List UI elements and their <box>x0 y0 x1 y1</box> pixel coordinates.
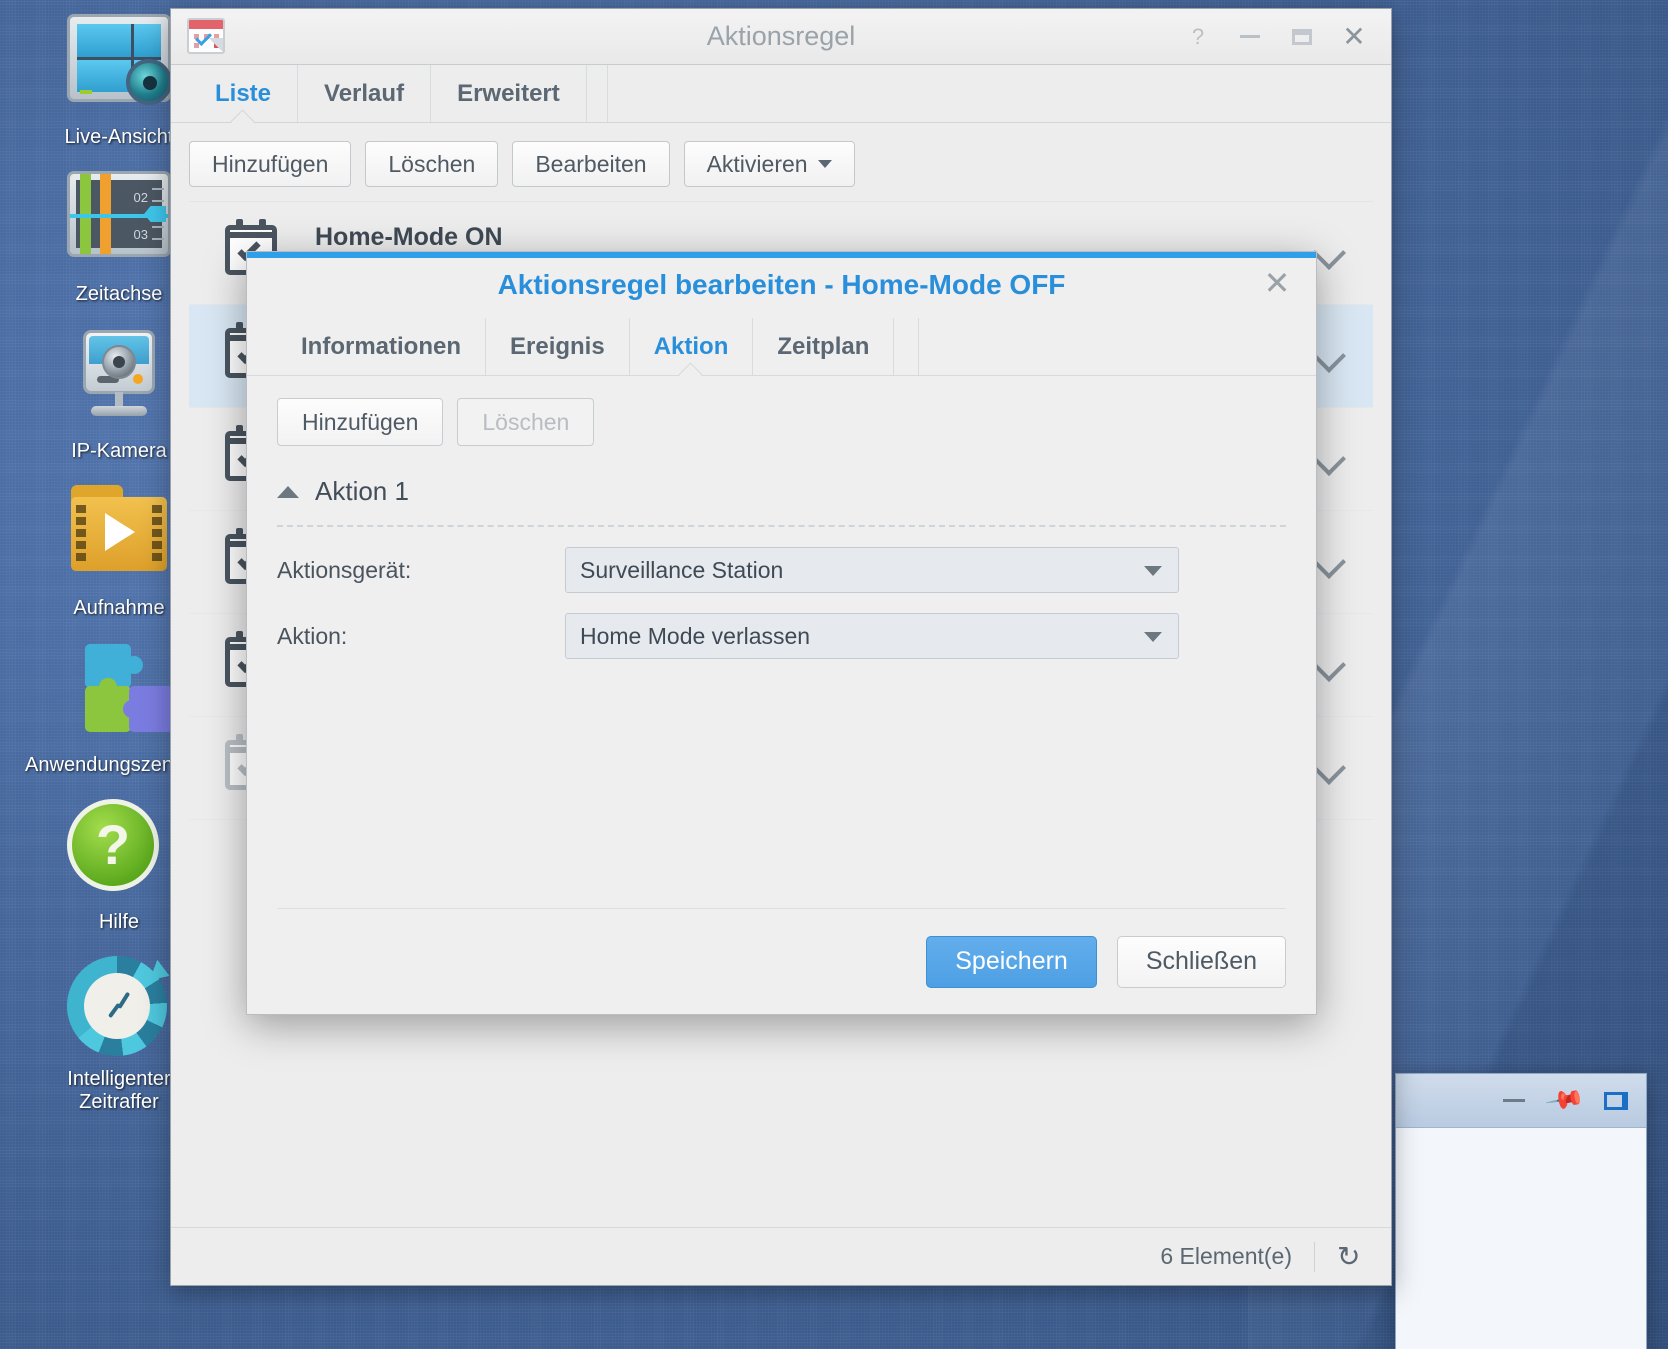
chevron-up-icon[interactable] <box>277 485 299 498</box>
minimize-button[interactable] <box>1237 24 1263 50</box>
chevron-down-icon[interactable] <box>1315 754 1343 782</box>
chevron-down-icon <box>817 160 832 168</box>
close-dialog-button[interactable]: Schließen <box>1116 935 1286 988</box>
live-view-icon <box>67 14 172 118</box>
edit-action-rule-dialog: Aktionsregel bearbeiten - Home-Mode OFF … <box>246 251 1317 1015</box>
action-value: Home Mode verlassen <box>580 622 811 649</box>
action-device-value: Surveillance Station <box>580 556 784 583</box>
chevron-down-icon[interactable] <box>1315 342 1343 370</box>
item-count: 6 Element(e) <box>1160 1243 1292 1269</box>
tab-ereignis[interactable]: Ereignis <box>486 318 630 375</box>
window-tabs: Liste Verlauf Erweitert <box>171 65 1391 123</box>
action-section-label: Aktion 1 <box>315 476 409 506</box>
ip-camera-icon <box>67 328 171 432</box>
section-divider <box>277 525 1286 527</box>
maximize-button[interactable] <box>1289 24 1315 50</box>
tab-zeitplan[interactable]: Zeitplan <box>753 318 895 375</box>
activate-button[interactable]: Aktivieren <box>683 141 855 187</box>
chevron-down-icon[interactable] <box>1315 445 1343 473</box>
window-controls: ? ✕ <box>1185 21 1391 52</box>
dialog-tabs: Informationen Ereignis Aktion Zeitplan <box>247 318 1316 376</box>
delete-button[interactable]: Löschen <box>365 141 499 187</box>
edit-button[interactable]: Bearbeiten <box>512 141 670 187</box>
tab-erweitert[interactable]: Erweitert <box>431 65 587 122</box>
field-label: Aktionsgerät: <box>277 556 412 583</box>
action-select[interactable]: Home Mode verlassen <box>565 613 1179 659</box>
action-section-header[interactable]: Aktion 1 <box>277 476 1286 507</box>
help-icon: ? <box>67 799 171 903</box>
help-button[interactable]: ? <box>1185 24 1211 50</box>
tab-informationen[interactable]: Informationen <box>277 318 486 375</box>
save-button[interactable]: Speichern <box>926 935 1097 988</box>
chevron-down-icon[interactable] <box>1315 548 1343 576</box>
dialog-footer: Speichern Schließen <box>277 908 1286 1014</box>
add-button[interactable]: Hinzufügen <box>189 141 352 187</box>
smart-timelapse-icon <box>67 956 174 1060</box>
rule-title: Home-Mode ON <box>315 222 503 251</box>
recording-folder-icon <box>67 485 171 589</box>
window-titlebar: Aktionsregel ? ✕ <box>171 9 1391 65</box>
pin-icon[interactable]: 📌 <box>1543 1080 1586 1122</box>
action-toolbar: Hinzufügen Löschen <box>277 398 1286 446</box>
dialog-tab-filler <box>894 318 920 375</box>
chevron-down-icon[interactable] <box>1315 239 1343 267</box>
dialog-body: Hinzufügen Löschen Aktion 1 Aktionsgerät… <box>247 376 1316 908</box>
status-divider <box>1314 1241 1315 1272</box>
close-icon[interactable]: ✕ <box>1260 266 1294 300</box>
background-window-body <box>1396 1128 1646 1349</box>
close-button[interactable]: ✕ <box>1341 21 1367 52</box>
timeline-icon: 02 03 <box>67 171 171 275</box>
chevron-down-icon[interactable] <box>1315 651 1343 679</box>
tab-strip-filler <box>587 65 608 122</box>
tab-aktion[interactable]: Aktion <box>630 318 754 375</box>
desktop-icon-label: IP-Kamera <box>71 440 167 462</box>
desktop-icon-label: Aufnahme <box>73 597 165 619</box>
field-label: Aktion: <box>277 622 348 649</box>
status-bar: 6 Element(e) ↻ <box>171 1227 1391 1285</box>
tab-verlauf[interactable]: Verlauf <box>298 65 432 122</box>
background-window[interactable]: 📌 <box>1395 1073 1647 1349</box>
chevron-down-icon <box>1144 566 1162 576</box>
minimize-icon[interactable] <box>1502 1099 1525 1102</box>
desktop-icon-label: Live-Ansicht <box>64 126 174 148</box>
chevron-down-icon <box>1144 632 1162 642</box>
tab-liste[interactable]: Liste <box>189 65 299 122</box>
refresh-icon[interactable]: ↻ <box>1337 1241 1367 1272</box>
window-toolbar: Hinzufügen Löschen Bearbeiten Aktivieren <box>171 123 1391 201</box>
desktop-icon-label: Zeitachse <box>75 283 163 305</box>
action-add-button[interactable]: Hinzufügen <box>277 398 444 446</box>
dialog-header: Aktionsregel bearbeiten - Home-Mode OFF … <box>247 252 1316 318</box>
sidebar-toggle-icon[interactable] <box>1604 1091 1628 1110</box>
dialog-title: Aktionsregel bearbeiten - Home-Mode OFF <box>497 269 1066 300</box>
application-center-icon <box>67 642 173 746</box>
activate-button-label: Aktivieren <box>706 150 808 177</box>
field-action-device: Aktionsgerät: Surveillance Station <box>277 547 1286 593</box>
field-action: Aktion: Home Mode verlassen <box>277 613 1286 659</box>
action-delete-button: Löschen <box>457 398 595 446</box>
action-device-select[interactable]: Surveillance Station <box>565 547 1179 593</box>
desktop-icon-label: Hilfe <box>98 911 139 933</box>
background-window-titlebar: 📌 <box>1396 1074 1646 1128</box>
